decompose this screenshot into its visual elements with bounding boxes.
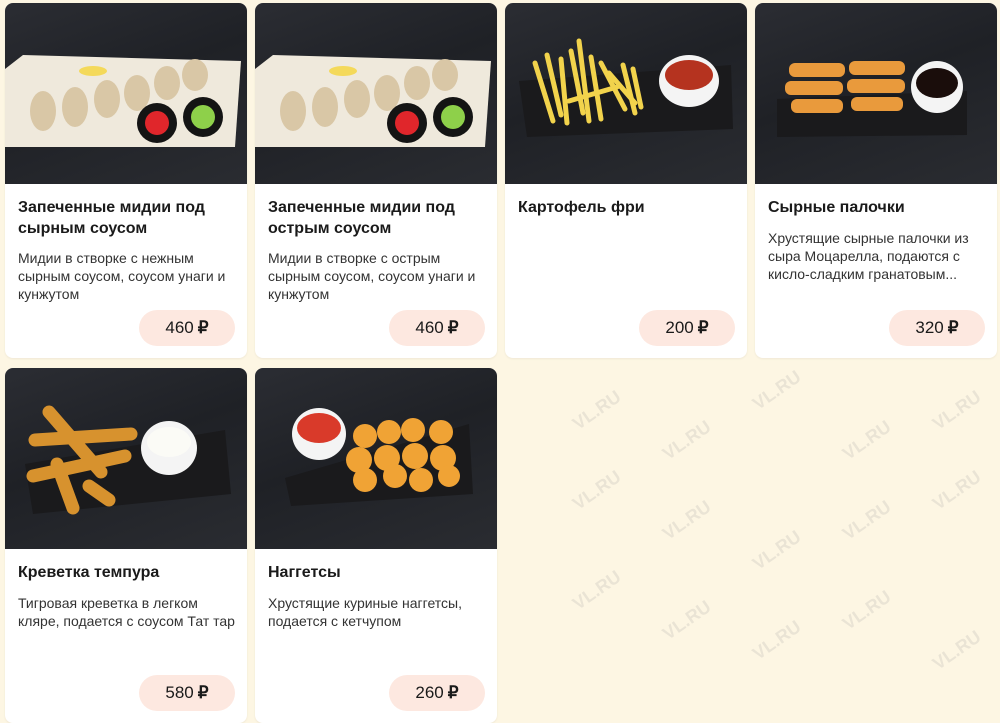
watermark: VL.RU xyxy=(568,386,625,434)
watermark: VL.RU xyxy=(928,626,985,674)
price-button[interactable]: 320 ₽ xyxy=(889,310,985,346)
ruble-icon: ₽ xyxy=(947,318,959,337)
ruble-icon: ₽ xyxy=(447,318,459,337)
dish-description: Тигровая креветка в легком кляре, подает… xyxy=(18,595,235,629)
dish-photo xyxy=(755,3,997,184)
menu-card-fries[interactable]: Картофель фри 200 ₽ xyxy=(505,3,747,358)
price-value: 580 xyxy=(165,683,194,702)
dish-description: Мидии в створке с нежным сырным соусом, … xyxy=(18,250,226,302)
menu-card-cheese-sticks[interactable]: Сырные палочки Хрустящие сырные палочки … xyxy=(755,3,997,358)
watermark: VL.RU xyxy=(658,416,715,464)
dish-title: Креветка темпура xyxy=(18,564,160,581)
dish-title: Картофель фри xyxy=(518,199,645,216)
watermark: VL.RU xyxy=(748,366,805,414)
ruble-icon: ₽ xyxy=(197,683,209,702)
watermark: VL.RU xyxy=(928,466,985,514)
menu-card-mussels-spicy[interactable]: Запеченные мидии под острым соусом Мидии… xyxy=(255,3,497,358)
menu-card-nuggets[interactable]: Наггетсы Хрустящие куриные наггетсы, под… xyxy=(255,368,497,723)
dish-description: Мидии в створке с острым сырным соусом, … xyxy=(268,250,476,302)
dish-photo xyxy=(5,368,247,549)
watermark: VL.RU xyxy=(568,566,625,614)
watermark: VL.RU xyxy=(748,616,805,664)
menu-card-mussels-cheese[interactable]: Запеченные мидии под сырным соусом Мидии… xyxy=(5,3,247,358)
watermark: VL.RU xyxy=(568,466,625,514)
ruble-icon: ₽ xyxy=(197,318,209,337)
dish-title: Сырные палочки xyxy=(768,199,905,216)
ruble-icon: ₽ xyxy=(447,683,459,702)
dish-photo xyxy=(505,3,747,184)
price-button[interactable]: 200 ₽ xyxy=(639,310,735,346)
price-button[interactable]: 460 ₽ xyxy=(389,310,485,346)
price-value: 460 xyxy=(415,318,444,337)
price-button[interactable]: 460 ₽ xyxy=(139,310,235,346)
price-button[interactable]: 260 ₽ xyxy=(389,675,485,711)
watermark: VL.RU xyxy=(928,386,985,434)
menu-card-tempura-shrimp[interactable]: Креветка темпура Тигровая креветка в лег… xyxy=(5,368,247,723)
dish-title: Запеченные мидии под острым соусом xyxy=(268,199,455,237)
price-value: 260 xyxy=(415,683,444,702)
watermark: VL.RU xyxy=(658,496,715,544)
watermark: VL.RU xyxy=(838,416,895,464)
dish-description: Хрустящие куриные наггетсы, подается с к… xyxy=(268,595,462,629)
dish-title: Запеченные мидии под сырным соусом xyxy=(18,199,205,237)
price-button[interactable]: 580 ₽ xyxy=(139,675,235,711)
dish-photo xyxy=(255,368,497,549)
dish-description: Хрустящие сырные палочки из сыра Моцарел… xyxy=(768,230,969,282)
price-value: 200 xyxy=(665,318,694,337)
watermark: VL.RU xyxy=(838,586,895,634)
price-value: 460 xyxy=(165,318,194,337)
price-value: 320 xyxy=(915,318,944,337)
dish-photo xyxy=(255,3,497,184)
watermark: VL.RU xyxy=(748,526,805,574)
watermark: VL.RU xyxy=(838,496,895,544)
dish-photo xyxy=(5,3,247,184)
menu-grid: Запеченные мидии под сырным соусом Мидии… xyxy=(0,0,1000,723)
ruble-icon: ₽ xyxy=(697,318,709,337)
watermark: VL.RU xyxy=(658,596,715,644)
dish-title: Наггетсы xyxy=(268,564,341,581)
